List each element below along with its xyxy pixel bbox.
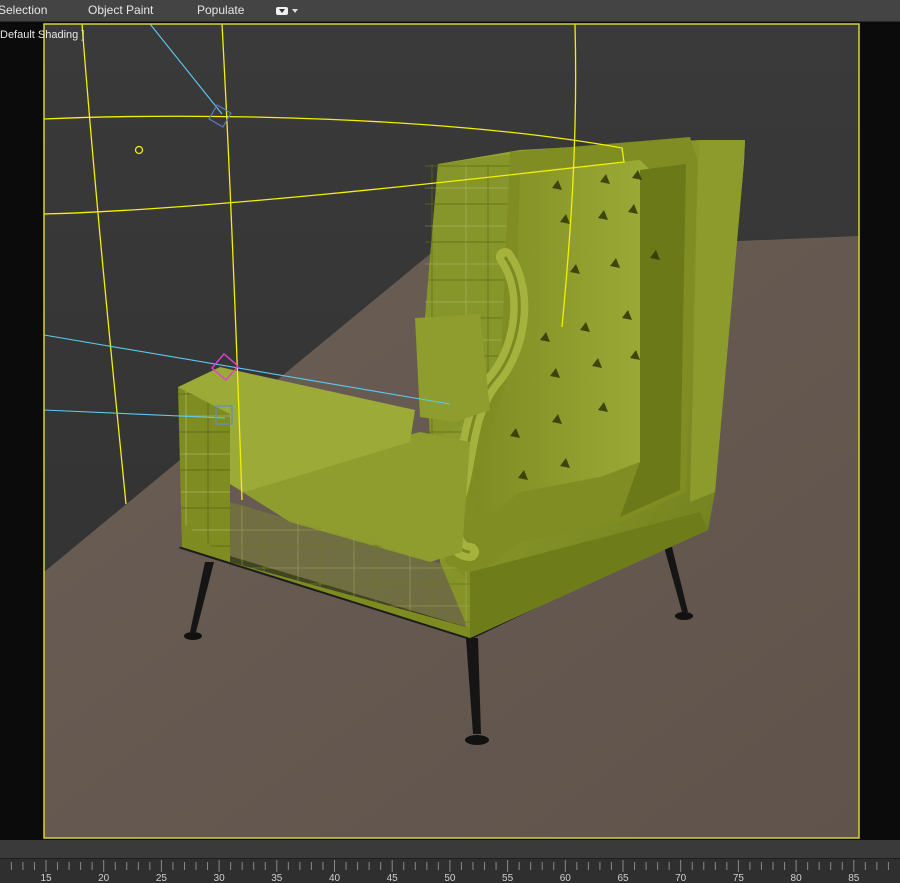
perspective-viewport[interactable]: Default Shading ] [0, 22, 900, 840]
timeline-tick-label: 45 [386, 873, 398, 883]
chevron-down-icon [292, 9, 298, 13]
timeline-tick-label: 75 [732, 873, 744, 883]
timeline-tick-label: 65 [617, 873, 629, 883]
viewport-scene [43, 23, 860, 839]
ribbon-populate[interactable]: Populate [197, 3, 244, 17]
timeline-tick-label: 50 [444, 873, 456, 883]
timeline-tick-label: 70 [675, 873, 687, 883]
timeline-tick-label: 15 [40, 873, 52, 883]
timeline-tick-label: 20 [98, 873, 110, 883]
timeline-tick-label: 80 [790, 873, 802, 883]
timeline-tick-label: 25 [155, 873, 167, 883]
timeline-tick-label: 60 [559, 873, 571, 883]
timeline-tick-label: 85 [848, 873, 860, 883]
ribbon-toggle-dropdown[interactable] [276, 5, 298, 17]
ribbon-bar: Selection Object Paint Populate [0, 0, 900, 22]
timeline-ruler[interactable]: 15 20 25 30 35 40 45 50 55 60 65 70 75 80 85 [0, 840, 900, 883]
toggle-icon [276, 7, 288, 15]
viewport-shading-label[interactable]: Default Shading ] [0, 29, 84, 41]
timeline-tick-label: 40 [328, 873, 341, 883]
timeline-tick-label: 55 [502, 873, 514, 883]
timeline-tick-label: 30 [213, 873, 225, 883]
ribbon-object-paint[interactable]: Object Paint [88, 3, 153, 17]
ribbon-selection[interactable]: Selection [0, 3, 47, 17]
timeline-tick-label: 35 [271, 873, 283, 883]
max-app-window: Selection Object Paint Populate Default … [0, 0, 900, 883]
